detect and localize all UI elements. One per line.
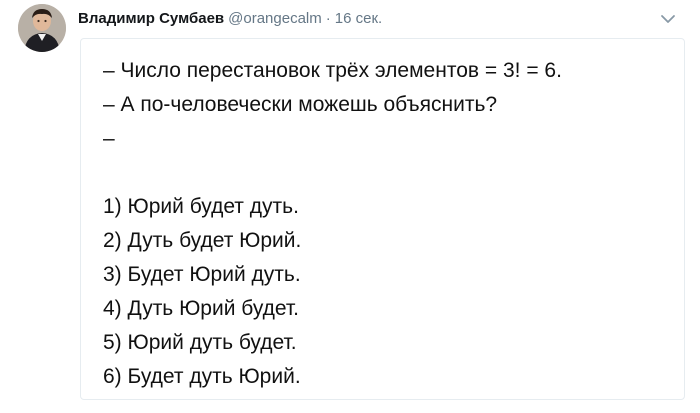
meta-separator: · (325, 10, 331, 27)
chevron-down-icon (661, 15, 675, 23)
tweet-text-line: 5) Юрий дуть будет. (103, 331, 297, 354)
tweet-text-line: 2) Дуть будет Юрий. (103, 229, 302, 252)
author-handle[interactable]: @orangecalm (228, 10, 322, 27)
tweet-text: – Число перестановок трёх элементов = 3!… (103, 54, 674, 394)
author-name[interactable]: Владимир Сумбаев (78, 10, 224, 27)
tweet-timestamp[interactable]: 16 сек. (335, 10, 382, 27)
tweet-text-line: – Число перестановок трёх элементов = 3!… (103, 59, 562, 82)
avatar[interactable] (18, 4, 66, 52)
tweet-menu-button[interactable] (658, 10, 678, 28)
tweet-header: Владимир Сумбаев @orangecalm · 16 сек. (78, 8, 660, 30)
tweet-text-line: 1) Юрий будет дуть. (103, 195, 299, 218)
tweet-text-line (103, 156, 674, 190)
tweet-text-line: 6) Будет дуть Юрий. (103, 365, 301, 388)
user-avatar-image (18, 4, 66, 52)
tweet-text-line: – (103, 127, 115, 150)
tweet-content-card: – Число перестановок трёх элементов = 3!… (80, 38, 685, 400)
tweet: Владимир Сумбаев @orangecalm · 16 сек. – Чи… (0, 0, 700, 413)
tweet-text-line: 4) Дуть Юрий будет. (103, 297, 300, 320)
tweet-text-line: – А по-человечески можешь объяснить? (103, 93, 498, 116)
tweet-text-line: 3) Будет Юрий дуть. (103, 263, 301, 286)
